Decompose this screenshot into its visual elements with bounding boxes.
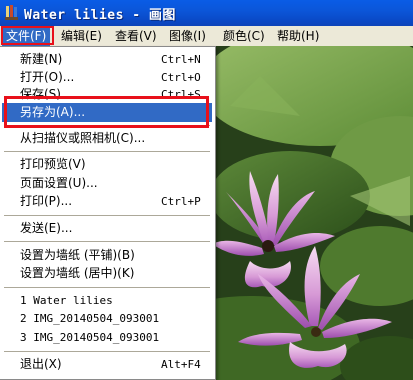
menu-view[interactable]: 查看(V) (111, 26, 161, 46)
menu-item-send[interactable]: 发送(E)... (2, 219, 212, 238)
menu-item-shortcut: Alt+F4 (161, 358, 201, 371)
menu-item-label: 1 Water lilies (20, 294, 113, 307)
menu-item-wallpaper-tile[interactable]: 设置为墙纸 (平铺)(B) (2, 246, 212, 265)
file-menu-dropdown: 新建(N) Ctrl+N 打开(O)... Ctrl+O 保存(S) Ctrl+… (0, 46, 216, 380)
menu-item-label: 从扫描仪或照相机(C)... (20, 131, 146, 145)
menu-separator (4, 151, 210, 152)
menu-item-label: 设置为墙纸 (居中)(K) (20, 266, 135, 280)
menu-edit[interactable]: 编辑(E) (57, 26, 106, 46)
title-bar[interactable]: Water lilies - 画图 (0, 0, 413, 26)
menu-item-shortcut: Ctrl+P (161, 195, 201, 208)
menu-item-print-preview[interactable]: 打印预览(V) (2, 155, 212, 174)
menu-item-recent-3[interactable]: 3 IMG_20140504_093001 (2, 328, 212, 347)
menu-file[interactable]: 文件(F) (2, 26, 51, 46)
window-title: Water lilies - 画图 (24, 8, 176, 23)
menu-item-label: 页面设置(U)... (20, 176, 98, 190)
menu-colors[interactable]: 颜色(C) (219, 26, 269, 46)
menu-item-label: 2 IMG_20140504_093001 (20, 312, 160, 325)
menu-item-new[interactable]: 新建(N) Ctrl+N (2, 50, 212, 69)
menu-item-exit[interactable]: 退出(X) Alt+F4 (2, 355, 212, 374)
menu-item-label: 设置为墙纸 (平铺)(B) (20, 248, 135, 262)
menu-item-print[interactable]: 打印(P)... Ctrl+P (2, 192, 212, 211)
menu-item-save[interactable]: 保存(S) Ctrl+S (2, 85, 212, 104)
menu-help[interactable]: 帮助(H) (273, 26, 323, 46)
menu-item-label: 打印预览(V) (20, 157, 86, 171)
menu-item-from-scanner[interactable]: 从扫描仪或照相机(C)... (2, 129, 212, 148)
menu-separator (4, 287, 210, 288)
menu-item-label: 新建(N) (20, 52, 63, 66)
menu-item-shortcut: Ctrl+S (161, 88, 201, 101)
menu-image[interactable]: 图像(I) (165, 26, 210, 46)
menu-item-save-as[interactable]: 另存为(A)... (2, 103, 212, 122)
menu-item-shortcut: Ctrl+N (161, 53, 201, 66)
menu-item-recent-1[interactable]: 1 Water lilies (2, 291, 212, 310)
menu-item-label: 退出(X) (20, 357, 62, 371)
menu-item-wallpaper-center[interactable]: 设置为墙纸 (居中)(K) (2, 264, 212, 283)
menu-item-label: 保存(S) (20, 87, 61, 101)
menu-item-label: 发送(E)... (20, 221, 73, 235)
menu-item-label: 另存为(A)... (20, 105, 86, 119)
menu-separator (4, 351, 210, 352)
menu-item-label: 3 IMG_20140504_093001 (20, 331, 160, 344)
paint-app-icon[interactable] (4, 4, 20, 21)
menu-item-recent-2[interactable]: 2 IMG_20140504_093001 (2, 309, 212, 328)
menu-separator (4, 215, 210, 216)
menu-item-page-setup[interactable]: 页面设置(U)... (2, 174, 212, 193)
menu-separator (4, 125, 210, 126)
menu-bar: 文件(F) 编辑(E) 查看(V) 图像(I) 颜色(C) 帮助(H) (0, 26, 413, 47)
menu-separator (4, 241, 210, 242)
menu-item-label: 打印(P)... (20, 194, 73, 208)
